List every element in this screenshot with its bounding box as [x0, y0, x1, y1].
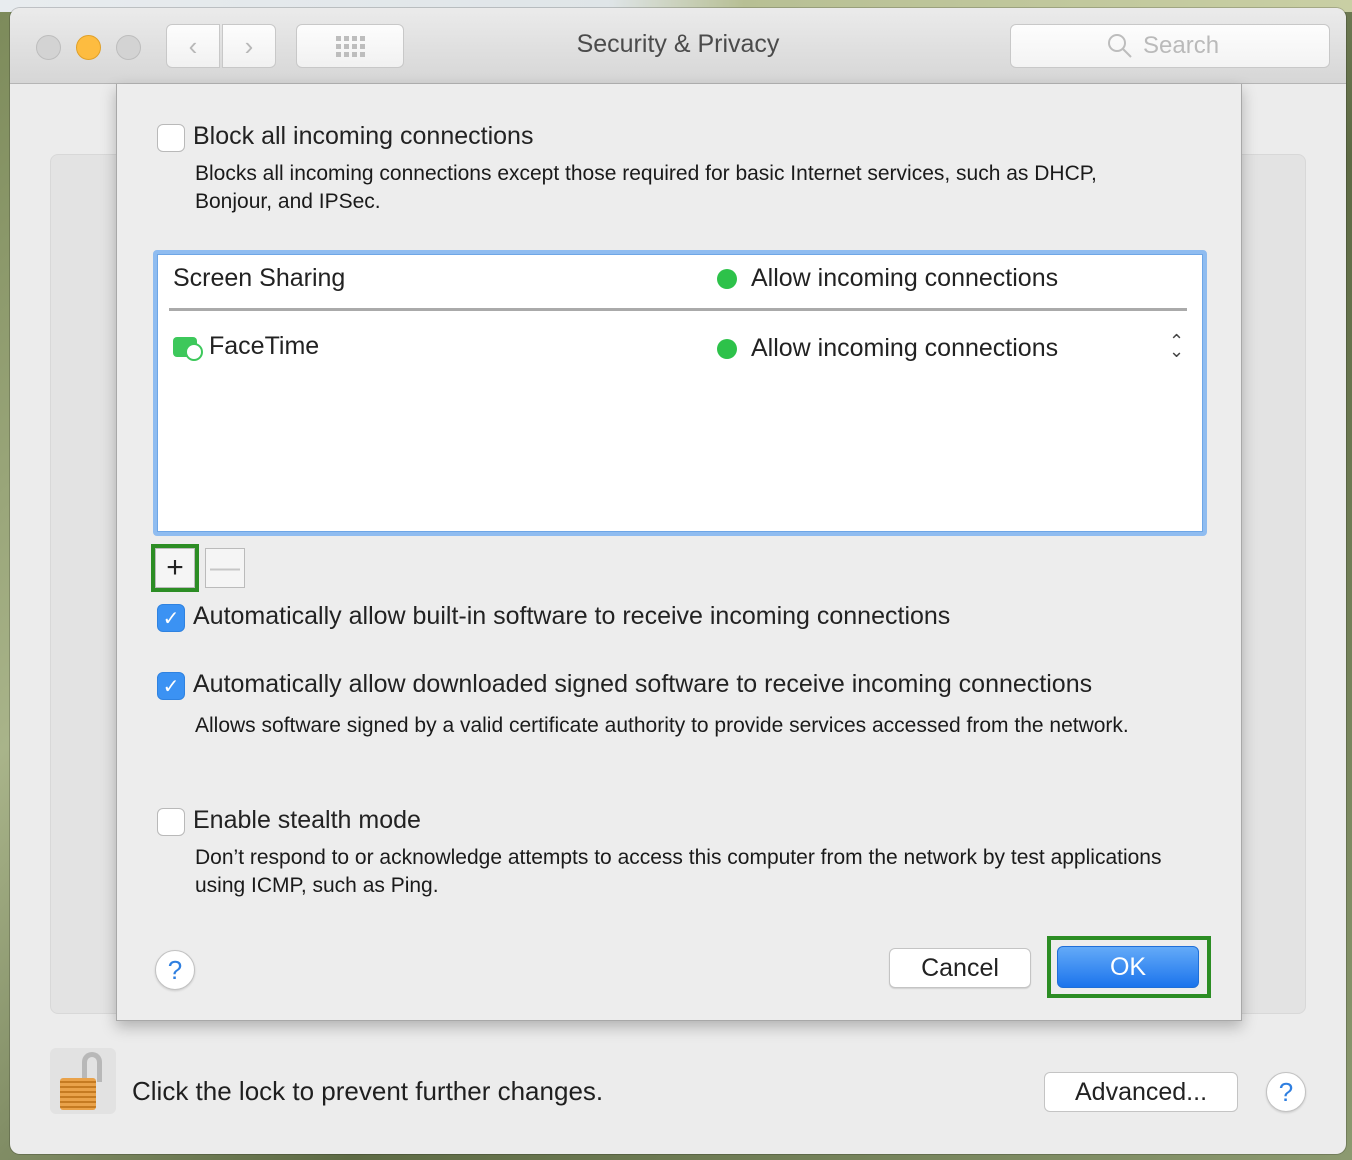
app-name: FaceTime — [209, 332, 320, 360]
firewall-options-sheet: Block all incoming connections Blocks al… — [116, 84, 1242, 1021]
app-name: Screen Sharing — [173, 264, 346, 292]
list-row[interactable]: FaceTime Allow incoming connections ⌃ ⌄ — [157, 324, 1203, 378]
cancel-button[interactable]: Cancel — [889, 948, 1031, 988]
auto-builtin-checkbox[interactable]: ✓ — [157, 604, 185, 632]
stealth-mode-checkbox[interactable] — [157, 808, 185, 836]
app-list[interactable]: Screen Sharing Allow incoming connection… — [153, 250, 1207, 536]
block-all-description: Blocks all incoming connections except t… — [195, 162, 1097, 213]
ok-highlight-frame: OK — [1047, 936, 1211, 998]
sheet-help-button[interactable]: ? — [155, 950, 195, 990]
search-field[interactable] — [1010, 24, 1330, 68]
auto-signed-label: Automatically allow downloaded signed so… — [193, 670, 1093, 698]
lock-status-text: Click the lock to prevent further change… — [132, 1076, 604, 1106]
facetime-icon — [173, 336, 203, 361]
help-button[interactable]: ? — [1266, 1072, 1306, 1112]
block-all-checkbox[interactable] — [157, 124, 185, 152]
remove-app-button[interactable]: — — [205, 548, 245, 588]
stealth-mode-label: Enable stealth mode — [193, 806, 421, 834]
status-dot-icon — [717, 268, 737, 289]
app-name-cell: FaceTime — [173, 332, 319, 361]
checkmark-icon: ✓ — [162, 675, 180, 698]
open-lock-icon — [60, 1078, 96, 1110]
add-app-button[interactable]: + — [151, 544, 199, 592]
app-status-label: Allow incoming connections — [751, 264, 1059, 292]
popup-chevron-updown-icon[interactable]: ⌃ ⌄ — [1169, 332, 1184, 360]
list-row[interactable]: Screen Sharing Allow incoming connection… — [157, 254, 1203, 308]
auto-signed-checkbox[interactable]: ✓ — [157, 672, 185, 700]
app-status: Allow incoming connections — [717, 264, 1058, 293]
search-icon — [1108, 34, 1132, 58]
search-input[interactable] — [1143, 32, 1233, 60]
ok-button[interactable]: OK — [1057, 946, 1199, 988]
status-dot-icon — [717, 338, 737, 359]
list-divider — [169, 308, 1187, 311]
preferences-window: ‹ › Security & Privacy Block all incomin… — [10, 8, 1346, 1154]
lock-button[interactable] — [50, 1048, 116, 1114]
block-all-label: Block all incoming connections — [193, 122, 534, 150]
advanced-button[interactable]: Advanced... — [1044, 1072, 1238, 1112]
checkmark-icon: ✓ — [162, 607, 180, 630]
app-status-label: Allow incoming connections — [751, 334, 1059, 362]
auto-signed-description: Allows software signed by a valid certif… — [195, 714, 1129, 737]
auto-builtin-label: Automatically allow built-in software to… — [193, 602, 951, 630]
title-bar: ‹ › Security & Privacy — [10, 8, 1346, 84]
app-status-popup[interactable]: Allow incoming connections — [717, 334, 1058, 363]
stealth-mode-description: Don’t respond to or acknowledge attempts… — [195, 846, 1162, 897]
